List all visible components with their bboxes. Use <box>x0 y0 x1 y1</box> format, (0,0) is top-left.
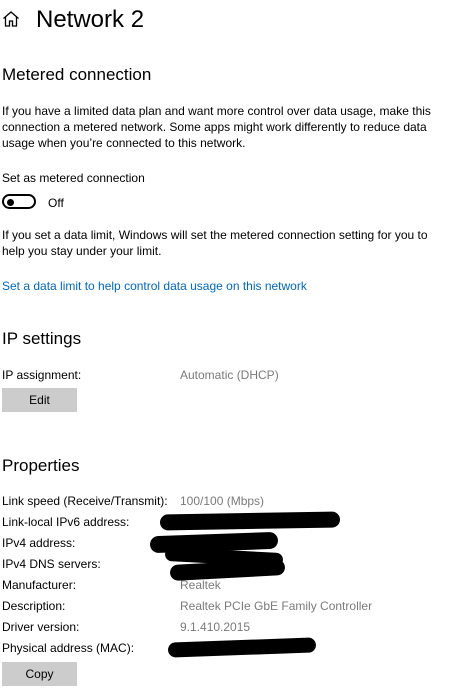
properties-heading: Properties <box>2 456 80 475</box>
description-value: Realtek PCIe GbE Family Controller <box>180 599 373 613</box>
ip-assignment-value: Automatic (DHCP) <box>180 368 279 382</box>
ipv4-dns-label: IPv4 DNS servers: <box>2 557 101 571</box>
metered-connection-heading: Metered connection <box>2 65 152 84</box>
redaction-mark <box>167 637 317 658</box>
metered-toggle-state: Off <box>48 196 64 210</box>
set-data-limit-link[interactable]: Set a data limit to help control data us… <box>2 278 307 294</box>
ipv4-address-label: IPv4 address: <box>2 536 76 550</box>
description-label: Description: <box>2 599 66 613</box>
ip-assignment-label: IP assignment: <box>2 368 82 382</box>
manufacturer-label: Manufacturer: <box>2 578 77 592</box>
driver-version-value: 9.1.410.2015 <box>180 620 251 634</box>
data-limit-note: If you set a data limit, Windows will se… <box>2 228 428 258</box>
metered-toggle-label: Set as metered connection <box>2 171 145 185</box>
link-speed-label: Link speed (Receive/Transmit): <box>2 494 168 508</box>
metered-toggle[interactable] <box>2 194 36 209</box>
ip-settings-heading: IP settings <box>2 329 82 348</box>
copy-button[interactable]: Copy <box>2 662 77 686</box>
home-icon[interactable] <box>2 10 20 28</box>
redaction-mark <box>159 511 341 531</box>
mac-address-label: Physical address (MAC): <box>2 641 135 655</box>
page-title: Network 2 <box>36 6 145 33</box>
link-speed-value: 100/100 (Mbps) <box>180 494 265 508</box>
edit-button[interactable]: Edit <box>2 388 77 412</box>
link-local-ipv6-label: Link-local IPv6 address: <box>2 515 130 529</box>
driver-version-label: Driver version: <box>2 620 80 634</box>
metered-description: If you have a limited data plan and want… <box>2 104 431 150</box>
toggle-knob <box>7 198 14 206</box>
redaction-mark <box>169 559 286 581</box>
